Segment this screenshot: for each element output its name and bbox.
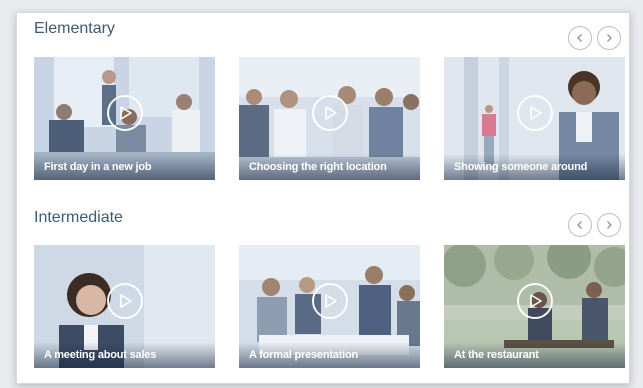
video-title: At the restaurant (444, 342, 625, 368)
chevron-left-icon (577, 34, 582, 42)
video-title: First day in a new job (34, 154, 215, 180)
play-icon (120, 105, 132, 120)
play-icon (530, 105, 542, 120)
play-icon (530, 293, 542, 308)
play-button[interactable] (106, 94, 143, 131)
chevron-left-icon (577, 221, 582, 229)
play-button[interactable] (311, 282, 348, 319)
video-tile-showing-around[interactable]: Showing someone around (444, 57, 625, 180)
video-tile-choosing-location[interactable]: Choosing the right location (239, 57, 420, 180)
section-title-intermediate: Intermediate (34, 209, 123, 226)
section-title-elementary: Elementary (34, 20, 115, 37)
chevron-right-icon (607, 221, 612, 229)
video-title: A formal presentation (239, 342, 420, 368)
elementary-prev-button[interactable] (568, 26, 592, 50)
video-title: Showing someone around (444, 154, 625, 180)
chevron-right-icon (607, 34, 612, 42)
video-carousel-panel: Elementary First day in a new job Choosi… (16, 12, 630, 384)
video-tile-first-day[interactable]: First day in a new job (34, 57, 215, 180)
video-tile-sales-meeting[interactable]: A meeting about sales (34, 245, 215, 368)
intermediate-prev-button[interactable] (568, 213, 592, 237)
intermediate-next-button[interactable] (597, 213, 621, 237)
play-button[interactable] (311, 94, 348, 131)
video-tile-formal-presentation[interactable]: A formal presentation (239, 245, 420, 368)
play-icon (325, 293, 337, 308)
elementary-next-button[interactable] (597, 26, 621, 50)
play-icon (325, 105, 337, 120)
video-title: A meeting about sales (34, 342, 215, 368)
video-title: Choosing the right location (239, 154, 420, 180)
video-tile-restaurant[interactable]: At the restaurant (444, 245, 625, 368)
play-button[interactable] (516, 94, 553, 131)
play-button[interactable] (106, 282, 143, 319)
play-icon (120, 293, 132, 308)
play-button[interactable] (516, 282, 553, 319)
